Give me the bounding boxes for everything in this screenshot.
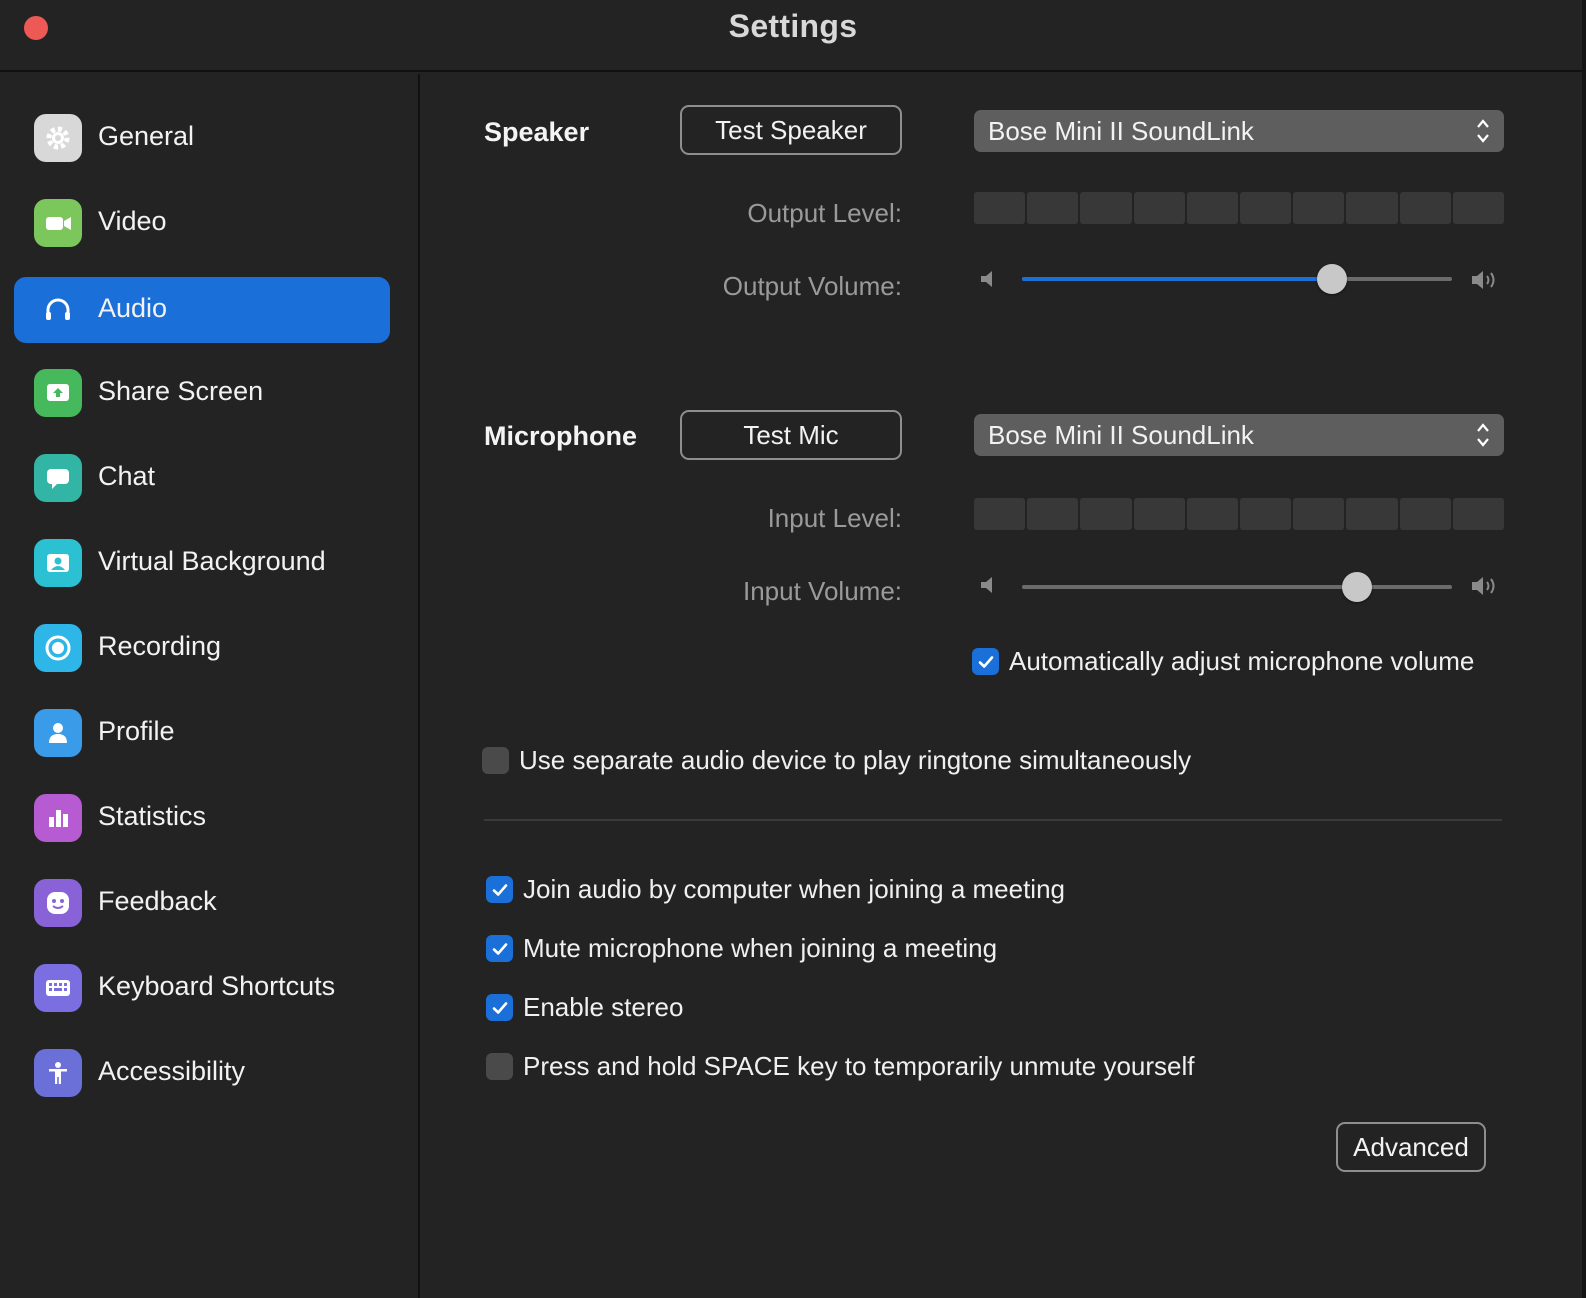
checkmark-icon <box>978 655 993 668</box>
sidebar-item-label: Feedback <box>98 886 217 916</box>
output-level-label: Output Level: <box>747 198 902 228</box>
sidebar-item-feedback[interactable]: Feedback <box>14 870 390 936</box>
join-audio-label: Join audio by computer when joining a me… <box>523 874 1066 904</box>
chevron-up-down-icon <box>1477 423 1489 447</box>
speaker-device-select[interactable]: Bose Mini II SoundLink <box>974 110 1504 152</box>
microphone-device-value: Bose Mini II SoundLink <box>988 419 1254 450</box>
separate-ringtone-option[interactable]: Use separate audio device to play ringto… <box>482 745 1191 776</box>
sidebar-item-label: Video <box>98 206 167 236</box>
output-level-meter <box>974 192 1505 224</box>
headphones-icon <box>34 286 82 334</box>
output-volume-label: Output Volume: <box>722 271 902 301</box>
join-audio-checkbox[interactable] <box>486 876 513 903</box>
auto-adjust-mic-checkbox[interactable] <box>972 648 999 675</box>
space-unmute-option[interactable]: Press and hold SPACE key to temporarily … <box>486 1051 1195 1082</box>
volume-high-icon <box>1472 577 1495 595</box>
checkmark-icon <box>492 883 507 896</box>
window-title: Settings <box>728 8 858 44</box>
microphone-device-select[interactable]: Bose Mini II SoundLink <box>974 414 1504 456</box>
test-speaker-button[interactable]: Test Speaker <box>680 105 902 155</box>
sidebar-item-virtual-background[interactable]: Virtual Background <box>14 530 390 596</box>
share-screen-icon <box>34 369 82 417</box>
sidebar-item-label: Recording <box>98 631 222 661</box>
sidebar-item-label: Statistics <box>98 801 207 831</box>
gear-icon <box>34 114 82 162</box>
virtual-background-icon <box>34 539 82 587</box>
sidebar-item-share-screen[interactable]: Share Screen <box>14 360 390 426</box>
title-bar: Settings <box>0 0 1586 72</box>
mute-mic-option[interactable]: Mute microphone when joining a meeting <box>486 933 997 964</box>
enable-stereo-checkbox[interactable] <box>486 994 513 1021</box>
checkmark-icon <box>492 1001 507 1014</box>
section-divider <box>484 819 1502 821</box>
sidebar-item-profile[interactable]: Profile <box>14 700 390 766</box>
sidebar-item-recording[interactable]: Recording <box>14 615 390 681</box>
input-volume-label: Input Volume: <box>743 576 902 606</box>
space-unmute-label: Press and hold SPACE key to temporarily … <box>523 1051 1195 1081</box>
sidebar-item-general[interactable]: General <box>14 105 390 171</box>
volume-high-icon <box>1472 271 1495 289</box>
smiley-icon <box>34 879 82 927</box>
sidebar-item-label: Chat <box>98 461 156 491</box>
space-unmute-checkbox[interactable] <box>486 1053 513 1080</box>
advanced-button[interactable]: Advanced <box>1336 1122 1486 1172</box>
volume-low-icon <box>981 577 992 593</box>
separate-ringtone-label: Use separate audio device to play ringto… <box>519 745 1192 775</box>
input-level-label: Input Level: <box>767 503 902 533</box>
microphone-section-label: Microphone <box>484 421 637 451</box>
speaker-section-label: Speaker <box>484 117 590 147</box>
sidebar: General Video Audio Share Screen Chat Vi… <box>0 74 420 1298</box>
audio-settings-panel: Speaker Test Speaker Bose Mini II SoundL… <box>422 74 1586 1298</box>
window-edge <box>1582 0 1586 1298</box>
volume-low-icon <box>981 271 992 287</box>
keyboard-icon <box>34 964 82 1012</box>
sidebar-item-label: Accessibility <box>98 1056 246 1086</box>
bar-chart-icon <box>34 794 82 842</box>
sidebar-item-audio[interactable]: Audio <box>14 277 390 343</box>
enable-stereo-label: Enable stereo <box>523 992 684 1022</box>
chevron-up-down-icon <box>1477 119 1489 143</box>
sidebar-item-label: General <box>98 121 195 151</box>
sidebar-item-label: Keyboard Shortcuts <box>98 971 336 1001</box>
output-volume-slider[interactable] <box>1022 264 1452 294</box>
accessibility-icon <box>34 1049 82 1097</box>
input-level-meter <box>974 498 1505 530</box>
separate-ringtone-checkbox[interactable] <box>482 747 509 774</box>
settings-window: Settings General Video Audio Share Scree… <box>0 0 1586 1298</box>
sidebar-item-label: Virtual Background <box>98 546 326 576</box>
speaker-device-value: Bose Mini II SoundLink <box>988 115 1254 146</box>
profile-icon <box>34 709 82 757</box>
auto-adjust-mic-option[interactable]: Automatically adjust microphone volume <box>972 646 1474 677</box>
sidebar-item-label: Profile <box>98 716 175 746</box>
sidebar-item-chat[interactable]: Chat <box>14 445 390 511</box>
output-volume-thumb[interactable] <box>1316 264 1347 294</box>
sidebar-item-label: Share Screen <box>98 376 264 406</box>
mute-mic-label: Mute microphone when joining a meeting <box>523 933 998 963</box>
enable-stereo-option[interactable]: Enable stereo <box>486 992 683 1023</box>
join-audio-option[interactable]: Join audio by computer when joining a me… <box>486 874 1065 905</box>
sidebar-item-video[interactable]: Video <box>14 190 390 256</box>
chat-bubble-icon <box>34 454 82 502</box>
mute-mic-checkbox[interactable] <box>486 935 513 962</box>
sidebar-item-statistics[interactable]: Statistics <box>14 785 390 851</box>
sidebar-item-accessibility[interactable]: Accessibility <box>14 1040 390 1106</box>
record-icon <box>34 624 82 672</box>
test-mic-button[interactable]: Test Mic <box>680 410 902 460</box>
input-volume-slider[interactable] <box>1022 572 1452 602</box>
input-volume-thumb[interactable] <box>1342 572 1373 602</box>
video-camera-icon <box>34 199 82 247</box>
auto-adjust-mic-label: Automatically adjust microphone volume <box>1009 646 1475 676</box>
sidebar-item-label: Audio <box>98 293 168 323</box>
checkmark-icon <box>492 942 507 955</box>
sidebar-item-keyboard-shortcuts[interactable]: Keyboard Shortcuts <box>14 955 390 1021</box>
